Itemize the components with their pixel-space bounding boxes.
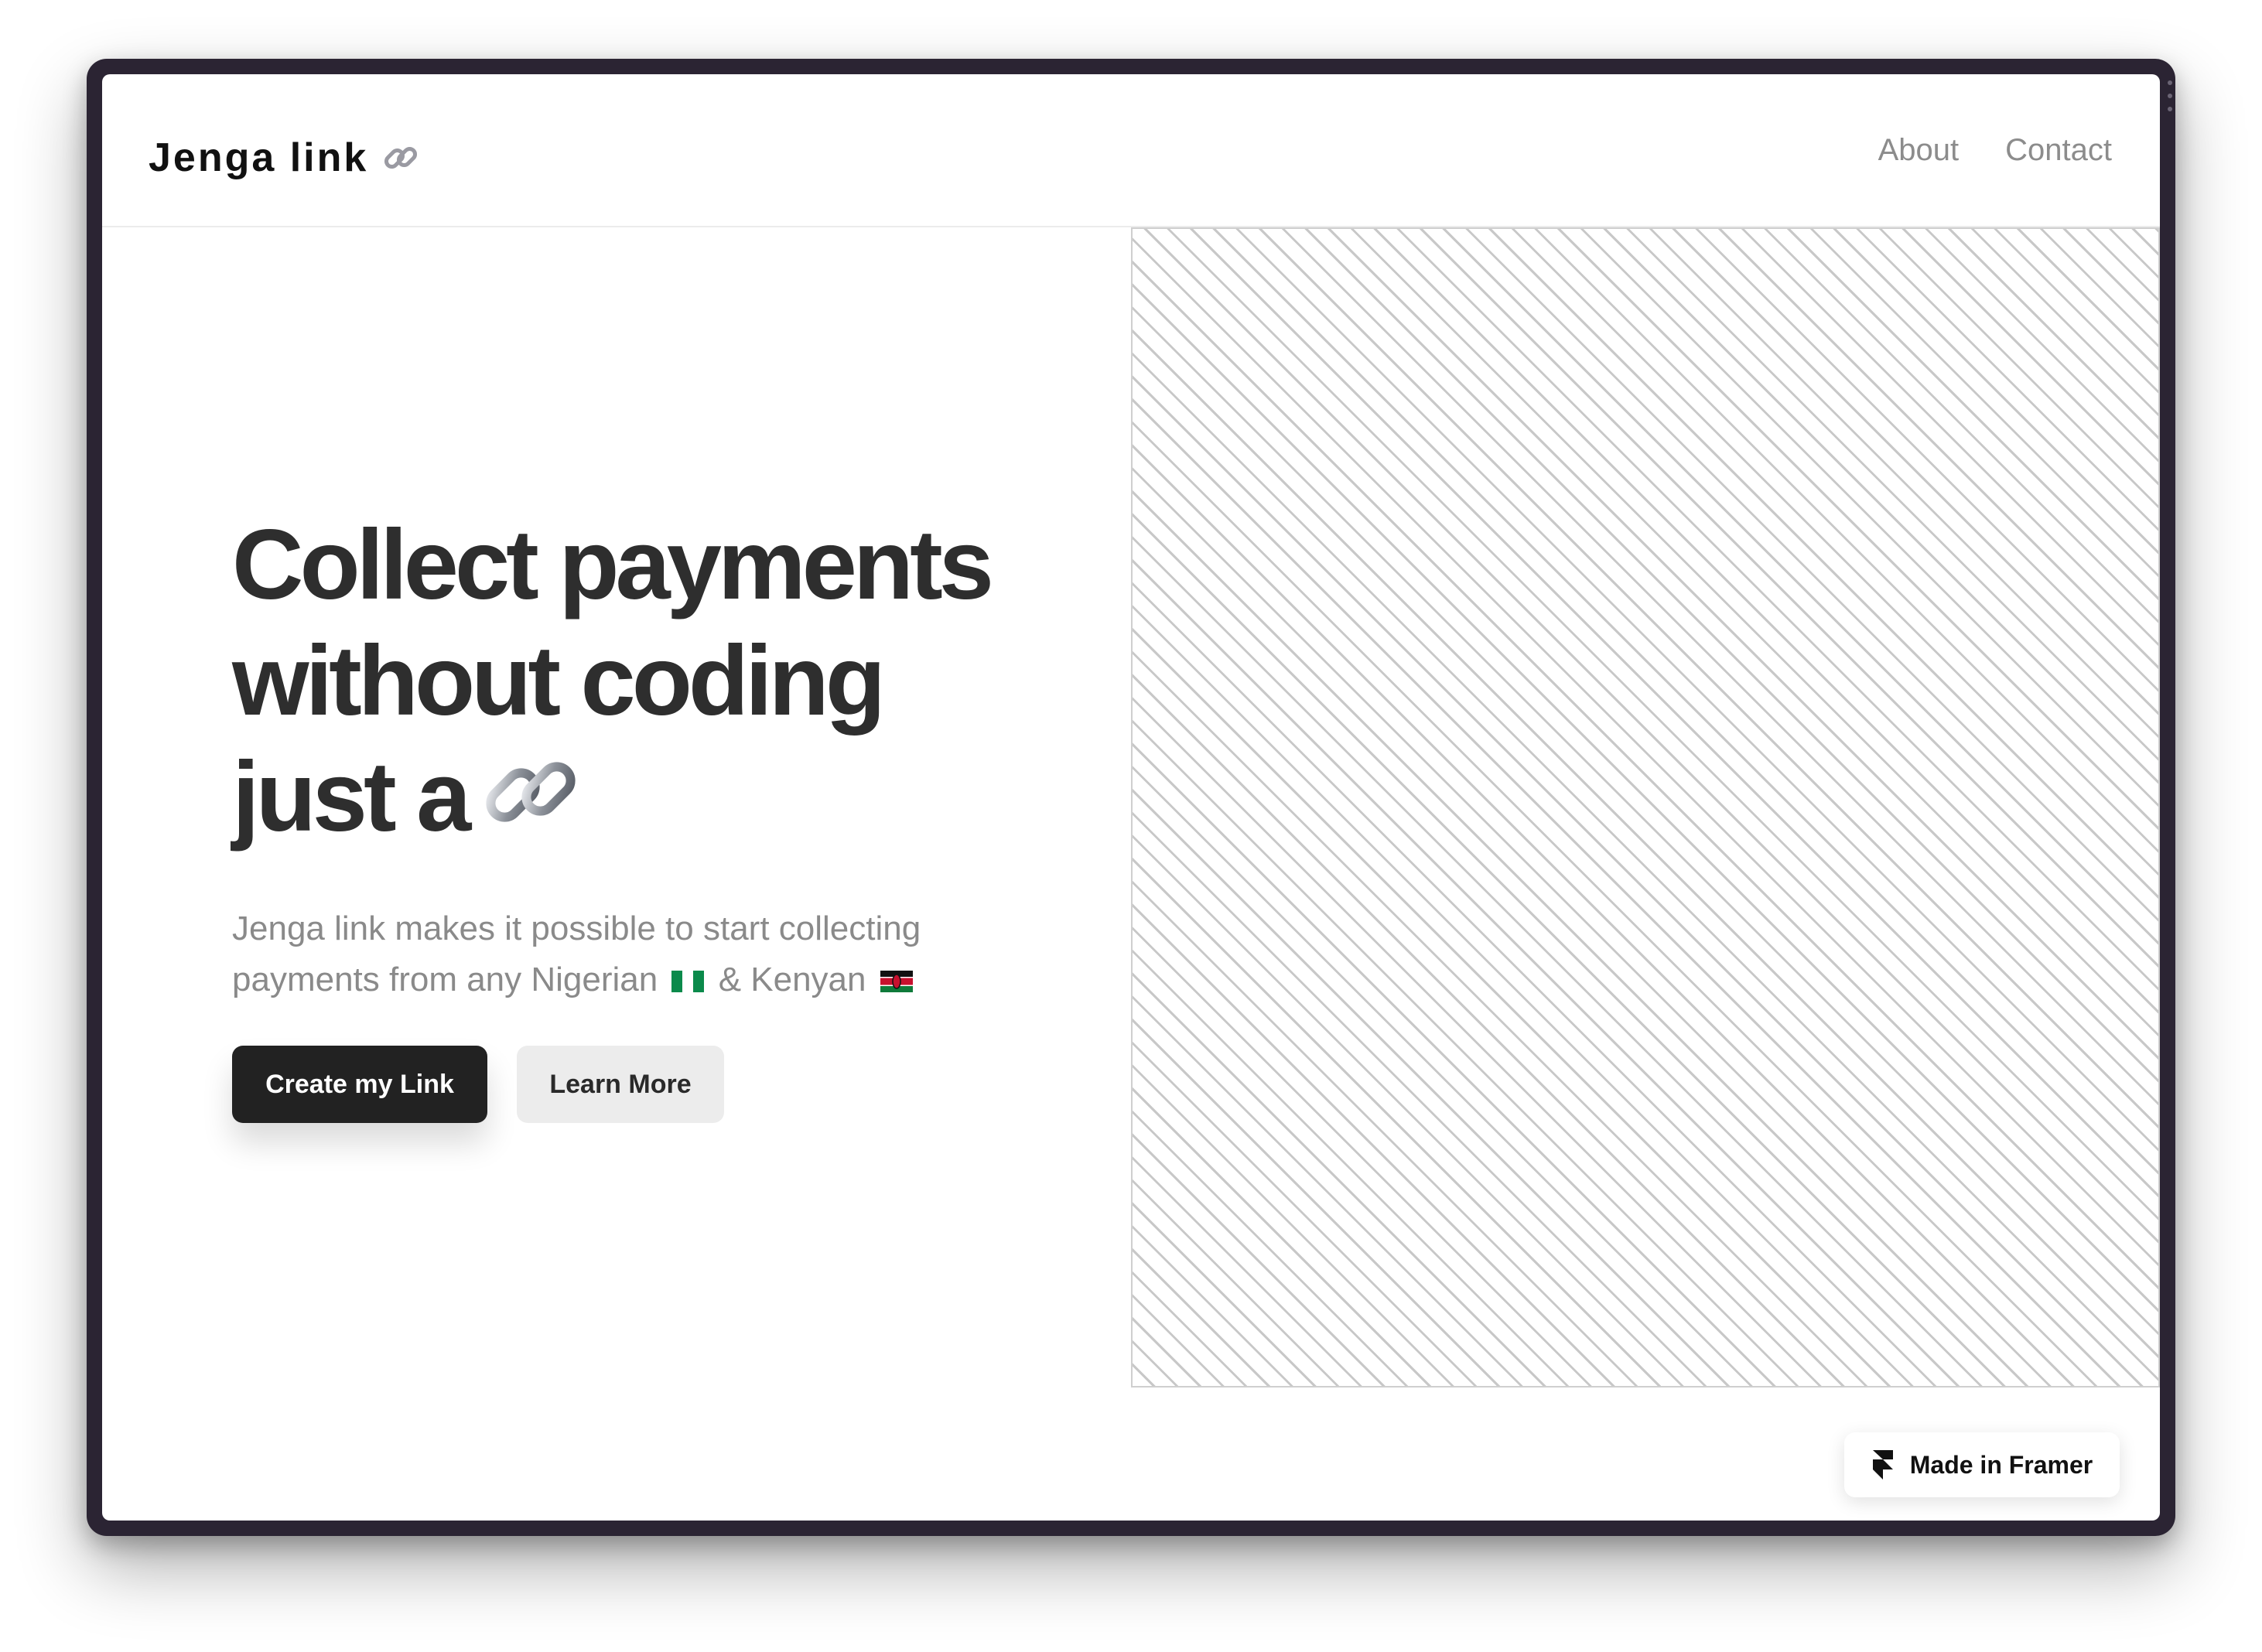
nav-links: About Contact — [1878, 133, 2112, 168]
brand-logo[interactable]: Jenga link — [149, 135, 421, 181]
resize-handle[interactable] — [2168, 80, 2172, 111]
made-in-framer-badge[interactable]: Made in Framer — [1844, 1432, 2120, 1497]
handle-dot — [2168, 107, 2172, 111]
nigeria-flag-icon — [671, 971, 705, 992]
brand-name: Jenga link — [149, 135, 369, 180]
hero-description-text-2: & Kenyan — [709, 961, 876, 998]
hero-description: Jenga link makes it possible to start co… — [232, 903, 1037, 1005]
headline-line-text: just a — [232, 742, 471, 852]
link-icon — [384, 146, 418, 169]
device-frame: Jenga link About Contact Collect payment… — [87, 59, 2175, 1536]
top-navbar: Jenga link About Contact — [102, 74, 2160, 227]
image-placeholder — [1131, 227, 2160, 1387]
framer-icon — [1872, 1450, 1893, 1480]
nav-link-about[interactable]: About — [1878, 133, 1960, 168]
headline-line: Collect payments — [232, 510, 994, 620]
hero-section: Collect payments without coding just a J… — [232, 507, 1122, 1123]
create-link-button[interactable]: Create my Link — [232, 1046, 487, 1123]
nav-link-contact[interactable]: Contact — [2005, 133, 2112, 168]
browser-viewport: Jenga link About Contact Collect payment… — [102, 74, 2160, 1521]
kenya-flag-icon — [880, 971, 913, 992]
headline-line: without coding — [232, 626, 886, 736]
badge-label: Made in Framer — [1909, 1450, 2093, 1479]
handle-dot — [2168, 94, 2172, 98]
link-icon — [486, 762, 576, 822]
handle-dot — [2168, 80, 2172, 85]
learn-more-button[interactable]: Learn More — [517, 1046, 724, 1123]
hero-headline: Collect payments without coding just a — [232, 507, 1122, 855]
hero-actions: Create my Link Learn More — [232, 1046, 1122, 1123]
headline-line-last: just a — [232, 739, 1122, 855]
